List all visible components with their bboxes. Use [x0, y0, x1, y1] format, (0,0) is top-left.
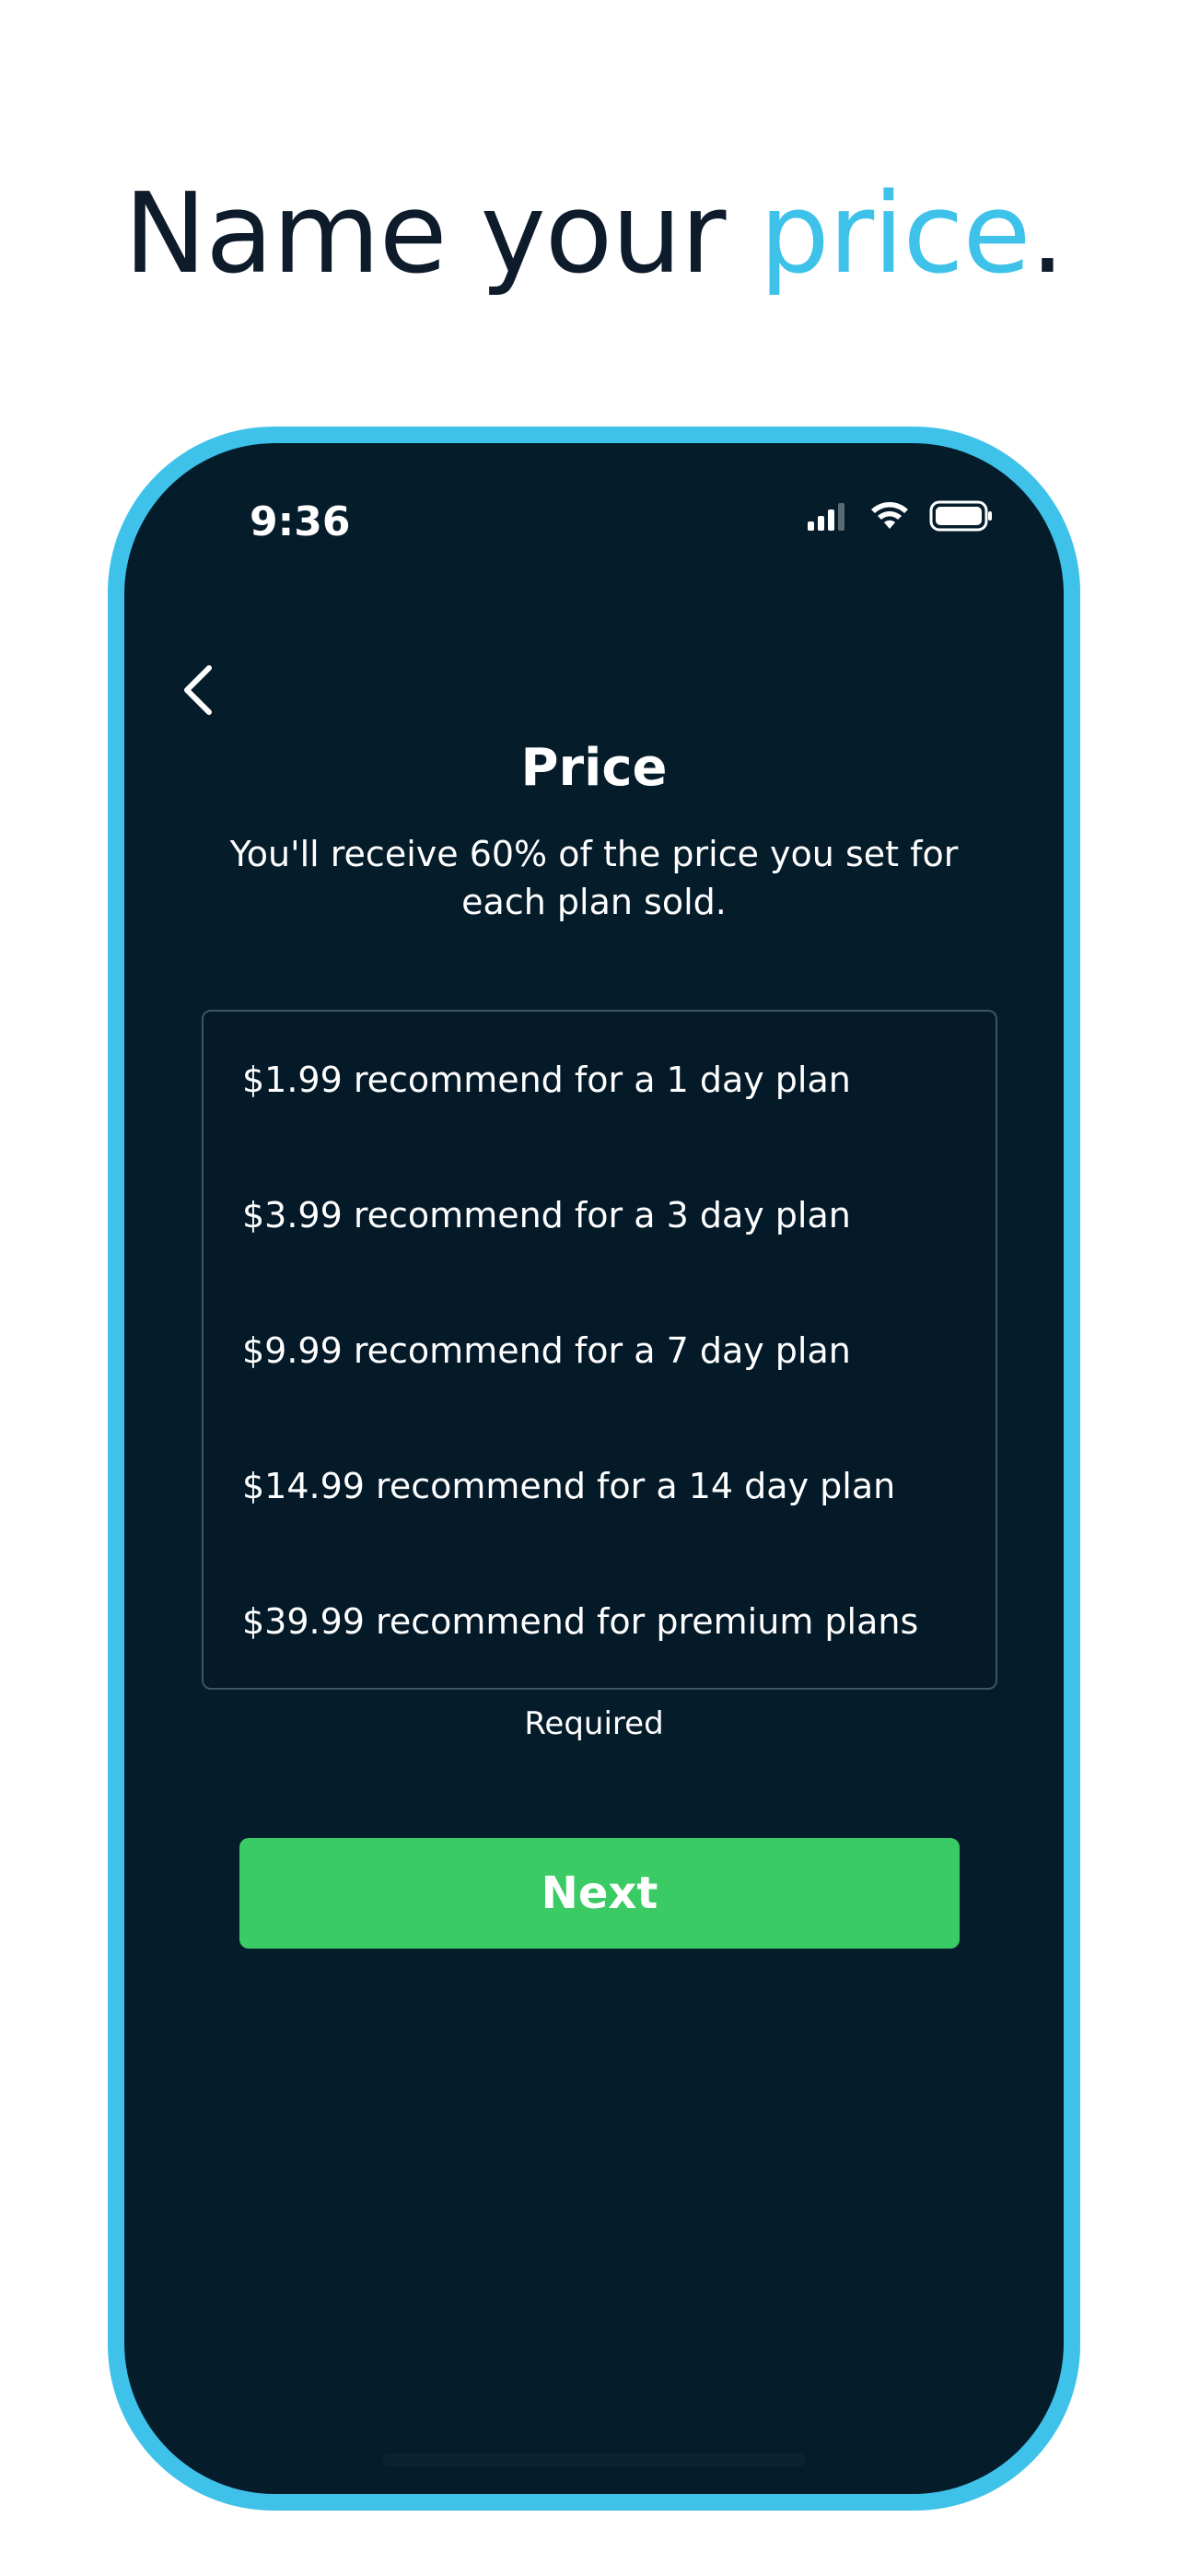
screen-title: Price: [520, 738, 668, 798]
page-headline: Name your price.: [0, 166, 1188, 304]
battery-icon: [929, 500, 994, 535]
status-time: 9:36: [250, 498, 351, 545]
price-option-14-day[interactable]: $14.99 recommend for a 14 day plan: [242, 1466, 895, 1506]
wifi-icon: [868, 500, 911, 535]
chevron-left-icon: [180, 662, 216, 721]
headline-text: Name your: [123, 170, 760, 299]
cellular-signal-icon: [806, 501, 850, 534]
back-button[interactable]: [161, 655, 235, 729]
price-option-7-day[interactable]: $9.99 recommend for a 7 day plan: [242, 1330, 851, 1371]
next-button[interactable]: Next: [239, 1838, 960, 1949]
status-icons: [806, 500, 994, 535]
headline-period: .: [1030, 170, 1065, 299]
screen-subtitle: You'll receive 60% of the price you set …: [229, 834, 959, 922]
status-bar: 9:36: [124, 443, 1064, 581]
price-options-list[interactable]: $1.99 recommend for a 1 day plan $3.99 r…: [202, 1010, 997, 1690]
required-label: Required: [524, 1705, 664, 1742]
price-option-3-day[interactable]: $3.99 recommend for a 3 day plan: [242, 1195, 851, 1235]
price-option-premium[interactable]: $39.99 recommend for premium plans: [242, 1601, 918, 1642]
headline-accent-text: price: [759, 170, 1031, 299]
phone-screen: 9:36 Price You'll receive 60% of the pri…: [124, 443, 1064, 2494]
price-option-1-day[interactable]: $1.99 recommend for a 1 day plan: [242, 1060, 851, 1100]
home-indicator: [382, 2453, 806, 2466]
phone-frame: 9:36 Price You'll receive 60% of the pri…: [108, 427, 1080, 2511]
